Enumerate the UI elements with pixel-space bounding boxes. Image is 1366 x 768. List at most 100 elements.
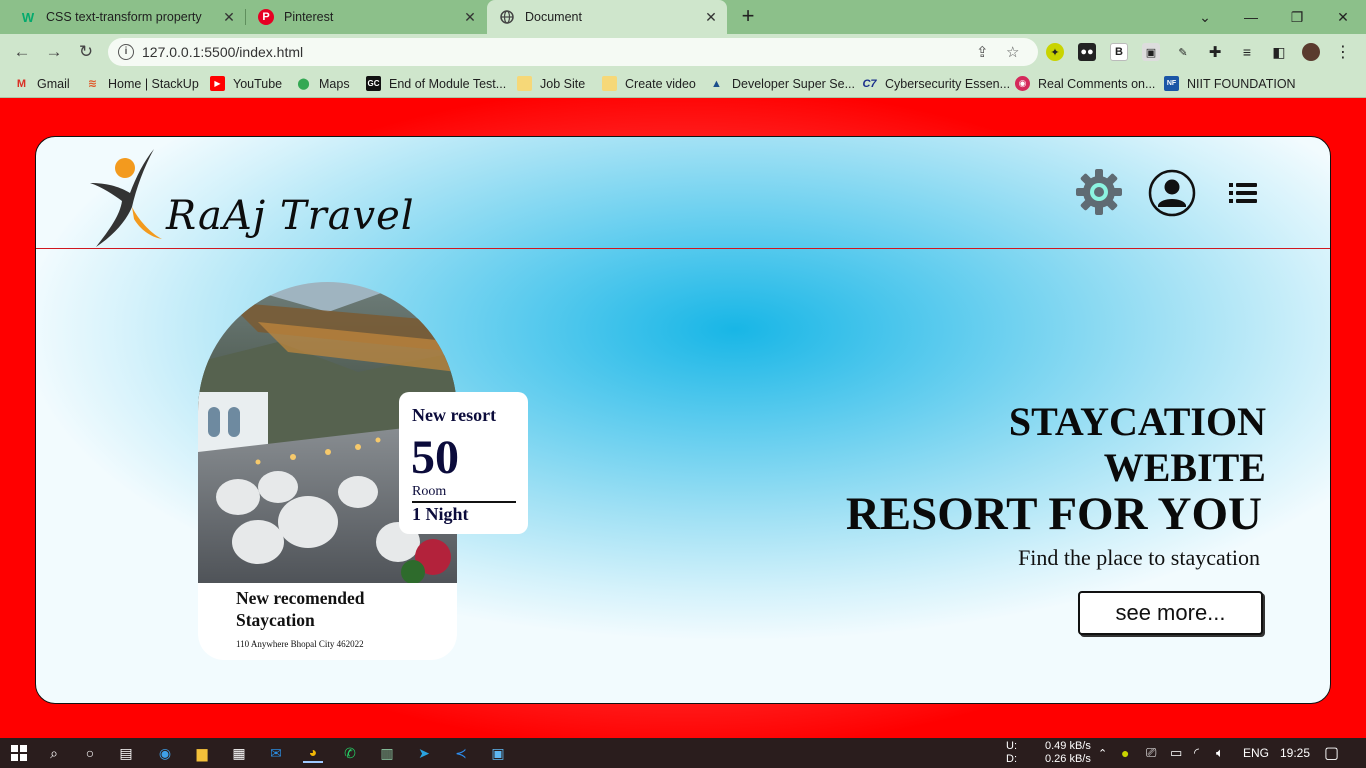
gear-icon[interactable] <box>1076 169 1122 215</box>
net-down-value: 0.26 kB/s <box>1045 753 1091 765</box>
eyedropper-icon[interactable]: ✎ <box>1174 43 1192 61</box>
tray-chevron-icon[interactable]: ⌃ <box>1098 738 1107 768</box>
mail-icon[interactable]: ✉ <box>266 743 286 763</box>
developer-icon: ▲ <box>711 77 722 90</box>
file-explorer-icon[interactable]: ▆ <box>192 743 212 763</box>
close-tab-icon[interactable]: ✕ <box>701 9 721 26</box>
see-more-button[interactable]: see more... <box>1078 591 1263 635</box>
hero-heading: STAYCATION WEBITE RESORT FOR YOU <box>846 399 1266 539</box>
w3schools-icon: W <box>21 9 35 25</box>
bookmark-gmail[interactable]: M Gmail <box>14 76 70 91</box>
brand-name[interactable]: RaAj Travel <box>166 193 415 239</box>
new-resort-badge: New resort 50 Room 1 Night <box>399 392 528 534</box>
close-tab-icon[interactable]: ✕ <box>460 9 480 26</box>
bookmark-stackup[interactable]: ≋ Home | StackUp <box>85 76 199 91</box>
extension-icon[interactable]: ▣ <box>1142 43 1160 61</box>
bookmark-niit[interactable]: NF NIIT FOUNDATION <box>1164 76 1296 91</box>
bookmark-label: Real Comments on... <box>1038 76 1156 91</box>
side-panel-icon[interactable]: ◧ <box>1270 43 1288 61</box>
bookmark-maps[interactable]: ⬤ Maps <box>296 76 349 91</box>
clock[interactable]: 19:25 <box>1280 738 1310 768</box>
notifications-icon[interactable]: ▢ <box>1324 738 1339 768</box>
battery-icon[interactable]: ▭ <box>1170 738 1182 768</box>
bookmark-cybersecurity[interactable]: C7 Cybersecurity Essen... <box>862 76 1010 91</box>
site-header: RaAj Travel <box>36 137 1330 249</box>
bookmark-label: YouTube <box>233 76 283 91</box>
profile-avatar[interactable] <box>1302 43 1320 61</box>
site-info-icon[interactable]: i <box>118 44 134 60</box>
tray-app-icon[interactable]: ● <box>1121 738 1129 768</box>
notepad-icon[interactable]: ▥ <box>377 743 397 763</box>
bookmark-label: Job Site <box>540 76 586 91</box>
youtube-icon: ▶ <box>210 76 225 91</box>
windows-start-icon[interactable] <box>9 743 29 763</box>
chrome-icon[interactable]: ◕ <box>303 743 323 763</box>
close-window-button[interactable]: ✕ <box>1320 0 1366 34</box>
bookmark-developer-super[interactable]: ▲ Developer Super Se... <box>709 76 855 91</box>
tab-document[interactable]: Document ✕ <box>487 0 727 34</box>
share-icon[interactable]: ⇪ <box>976 43 989 61</box>
extension-icon[interactable]: ●● <box>1078 43 1096 61</box>
restore-button[interactable]: ❐ <box>1274 0 1320 34</box>
site-container: RaAj Travel New recomended Staycation 11… <box>35 136 1331 704</box>
kebab-menu-icon[interactable]: ⋮ <box>1334 43 1352 61</box>
user-profile-icon[interactable] <box>1148 169 1196 217</box>
bookmark-star-icon[interactable]: ☆ <box>1006 43 1019 61</box>
url-text[interactable]: 127.0.0.1:5500/index.html <box>142 44 303 60</box>
minimize-button[interactable]: — <box>1228 0 1274 34</box>
media-queue-icon[interactable]: ≡ <box>1238 43 1256 61</box>
photos-icon[interactable]: ▣ <box>488 743 508 763</box>
badge-divider <box>412 501 516 503</box>
telegram-icon[interactable]: ➤ <box>414 743 434 763</box>
bookmark-real-comments[interactable]: ◉ Real Comments on... <box>1015 76 1155 91</box>
badge-room-label: Room <box>412 484 447 499</box>
windows-taskbar: ⌕ ○ ▤ ◉ ▆ ▦ ✉ ◕ ✆ ▥ ➤ ≺ ▣ U: D: 0.49 kB/s… <box>0 738 1366 768</box>
forward-arrow-icon[interactable]: → <box>42 40 66 64</box>
close-tab-icon[interactable]: ✕ <box>219 9 239 26</box>
cortana-icon[interactable]: ○ <box>80 743 100 763</box>
edge-icon[interactable]: ◉ <box>155 743 175 763</box>
bookmark-job-site[interactable]: Job Site <box>517 76 585 91</box>
vscode-icon[interactable]: ≺ <box>451 743 471 763</box>
whatsapp-icon[interactable]: ✆ <box>340 743 360 763</box>
badge-title: New resort <box>412 405 497 425</box>
network-speed: U: D: 0.49 kB/s 0.26 kB/s <box>1006 738 1091 768</box>
volume-icon[interactable]: 🔈︎ <box>1216 738 1224 768</box>
task-view-icon[interactable]: ▤ <box>116 743 136 763</box>
store-icon[interactable]: ▦ <box>229 743 249 763</box>
gc-icon: GC <box>366 76 381 91</box>
list-menu-icon[interactable] <box>1228 178 1258 208</box>
badge-duration: 1 Night <box>412 504 469 524</box>
extension-icon[interactable]: B <box>1110 43 1128 61</box>
new-tab-button[interactable]: + <box>736 5 760 29</box>
pinterest-icon: P <box>258 9 274 25</box>
extensions-puzzle-icon[interactable]: ✚ <box>1206 43 1224 61</box>
comments-icon: ◉ <box>1015 76 1030 91</box>
folder-icon <box>517 76 532 91</box>
hero-line-1: STAYCATION <box>1008 399 1266 444</box>
tab-search-chevron-icon[interactable]: ⌄ <box>1182 0 1228 34</box>
tab-css-text-transform[interactable]: W CSS text-transform property ✕ <box>0 0 245 34</box>
address-bar[interactable]: i 127.0.0.1:5500/index.html ⇪ ☆ <box>108 38 1038 66</box>
tab-title: Document <box>525 10 582 24</box>
bookmark-end-of-module[interactable]: GC End of Module Test... <box>366 76 506 91</box>
resort-card-info[interactable]: New recomended Staycation 110 Anywhere B… <box>198 583 457 660</box>
raaj-travel-logo-icon[interactable] <box>88 147 178 247</box>
gmail-icon: M <box>16 77 27 90</box>
wifi-icon[interactable]: ◜ <box>1194 738 1199 768</box>
net-up-value: 0.49 kB/s <box>1045 740 1091 752</box>
bookmark-create-video[interactable]: Create video <box>602 76 696 91</box>
back-arrow-icon[interactable]: ← <box>10 40 34 64</box>
search-icon[interactable]: ⌕ <box>44 743 64 763</box>
reload-icon[interactable]: ↻ <box>74 40 98 64</box>
net-down-label: D: <box>1006 753 1017 765</box>
extension-icon[interactable]: ✦ <box>1046 43 1064 61</box>
hero-line-3: RESORT FOR YOU <box>845 488 1262 540</box>
hero-line-2: WEBITE <box>1103 445 1266 490</box>
niit-icon: NF <box>1164 76 1179 91</box>
tab-pinterest[interactable]: P Pinterest ✕ <box>246 0 486 34</box>
language-indicator[interactable]: ENG <box>1243 738 1269 768</box>
bookmark-youtube[interactable]: ▶ YouTube <box>210 76 282 91</box>
meet-now-icon[interactable]: ⎚ <box>1146 738 1156 768</box>
bookmark-label: Home | StackUp <box>108 76 199 91</box>
